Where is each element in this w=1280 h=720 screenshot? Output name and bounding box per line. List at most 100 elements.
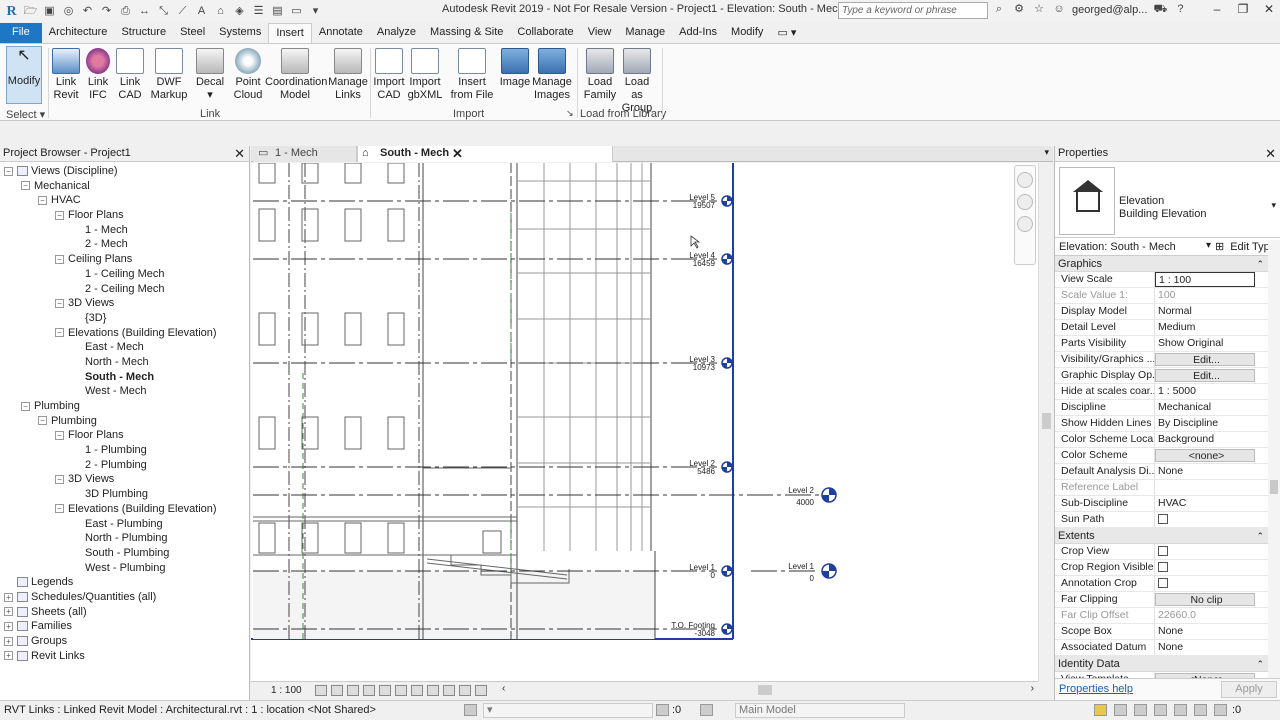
scroll-thumb[interactable] xyxy=(1270,480,1278,494)
scroll-left-icon[interactable]: ‹ xyxy=(502,683,505,694)
property-value[interactable]: Edit... xyxy=(1155,353,1255,366)
close-view-icon[interactable]: ✕ xyxy=(452,146,464,161)
visual-style-icon[interactable] xyxy=(331,685,343,696)
tab-modify[interactable]: Modify xyxy=(724,23,770,43)
property-value[interactable] xyxy=(1155,544,1255,559)
point-cloud-button[interactable]: Point Cloud xyxy=(232,46,264,102)
collapse-icon[interactable]: − xyxy=(4,166,13,176)
select-pinned-icon[interactable] xyxy=(1134,704,1147,716)
property-checkbox[interactable] xyxy=(1158,562,1168,572)
tab-add-ins[interactable]: Add-Ins xyxy=(672,23,724,43)
tree-node[interactable]: − Elevations (Building Elevation) xyxy=(0,502,249,517)
level-5-elevation[interactable]: 19507 xyxy=(693,201,716,210)
temporary-hide-icon[interactable] xyxy=(411,685,423,696)
scroll-thumb[interactable] xyxy=(1042,413,1051,429)
collapse-icon[interactable]: − xyxy=(55,298,64,308)
tree-node[interactable]: − Ceiling Plans xyxy=(0,252,249,267)
import-panel-launcher-icon[interactable]: ↘ xyxy=(566,108,574,119)
collapse-icon[interactable]: − xyxy=(55,210,64,220)
tree-node[interactable]: 2 - Ceiling Mech xyxy=(0,282,249,297)
tree-node[interactable]: 3D Plumbing xyxy=(0,487,249,502)
reveal-hidden-icon[interactable] xyxy=(427,685,439,696)
tree-node[interactable]: 2 - Mech xyxy=(0,237,249,252)
tree-node[interactable]: Legends xyxy=(0,575,249,590)
level-4-elevation[interactable]: 16459 xyxy=(693,259,716,268)
cart-icon[interactable]: ⛟ xyxy=(1153,2,1167,17)
qat-dropdown-icon[interactable]: ▾ xyxy=(308,4,323,19)
property-checkbox[interactable] xyxy=(1158,578,1168,588)
property-value[interactable]: Mechanical xyxy=(1155,400,1255,415)
tree-node[interactable]: − Floor Plans xyxy=(0,208,249,223)
crop-view-icon[interactable] xyxy=(379,685,391,696)
property-group-identity[interactable]: Identity Data ⌃ xyxy=(1055,656,1280,672)
select-panel-label[interactable]: Select ▾ xyxy=(6,108,45,121)
print-icon[interactable]: ⎙ xyxy=(118,4,133,19)
tree-node[interactable]: + Sheets (all) xyxy=(0,605,249,620)
footing-elevation[interactable]: -3048 xyxy=(695,629,716,638)
level-2-elevation[interactable]: 5486 xyxy=(697,467,715,476)
sun-path-icon[interactable] xyxy=(347,685,359,696)
type-selector[interactable]: Elevation Building Elevation ▾ xyxy=(1055,162,1280,238)
3d-view-icon[interactable]: ⌂ xyxy=(213,4,228,19)
undo-icon[interactable]: ↶ xyxy=(80,4,95,19)
tree-node[interactable]: South - Mech xyxy=(0,370,249,385)
property-checkbox[interactable] xyxy=(1158,514,1168,524)
close-icon[interactable]: ✕ xyxy=(234,146,245,162)
property-value[interactable] xyxy=(1155,512,1255,527)
worksets-icon[interactable] xyxy=(464,704,477,716)
background-processes-icon[interactable] xyxy=(1194,704,1207,716)
tree-node[interactable]: + Revit Links xyxy=(0,649,249,664)
property-value[interactable] xyxy=(1155,576,1255,591)
canvas-vertical-scrollbar[interactable] xyxy=(1038,163,1053,681)
view-tabs-dropdown-icon[interactable]: ▾ xyxy=(1044,147,1049,158)
filter-icon[interactable] xyxy=(1214,704,1227,716)
tree-node[interactable]: West - Mech xyxy=(0,384,249,399)
steering-wheel-icon[interactable] xyxy=(1017,172,1033,188)
user-icon[interactable]: ☺ xyxy=(1052,2,1066,17)
zoom-icon[interactable] xyxy=(1017,194,1033,210)
canvas-horizontal-scrollbar[interactable]: ‹ › xyxy=(502,683,1038,697)
expand-icon[interactable]: + xyxy=(4,592,13,602)
tree-node[interactable]: − Plumbing xyxy=(0,399,249,414)
tree-node[interactable]: East - Plumbing xyxy=(0,517,249,532)
tree-node[interactable]: 1 - Mech xyxy=(0,223,249,238)
tree-node[interactable]: North - Plumbing xyxy=(0,531,249,546)
tree-node[interactable]: − Floor Plans xyxy=(0,428,249,443)
tree-node[interactable]: North - Mech xyxy=(0,355,249,370)
save-icon[interactable]: ▣ xyxy=(42,4,57,19)
scroll-thumb[interactable] xyxy=(758,685,772,695)
tab-collaborate[interactable]: Collaborate xyxy=(510,23,580,43)
view-tab-1-mech[interactable]: ▭ 1 - Mech xyxy=(253,146,357,162)
close-window-icon[interactable]: ✕ xyxy=(1262,2,1276,16)
tree-node[interactable]: West - Plumbing xyxy=(0,561,249,576)
crop-region-icon[interactable] xyxy=(395,685,407,696)
property-value[interactable]: Background xyxy=(1155,432,1255,447)
modify-button[interactable]: ↖ Modify xyxy=(6,46,42,104)
collapse-icon[interactable]: − xyxy=(55,504,64,514)
tab-structure[interactable]: Structure xyxy=(114,23,173,43)
property-value[interactable]: Medium xyxy=(1155,320,1255,335)
property-value[interactable]: <none> xyxy=(1155,449,1255,462)
constraints-icon[interactable] xyxy=(475,685,487,696)
manage-images-button[interactable]: Manage Images xyxy=(532,46,572,102)
import-gbxml-button[interactable]: Import gbXML xyxy=(407,46,443,102)
restore-icon[interactable]: ❐ xyxy=(1236,2,1250,16)
tree-node[interactable]: 2 - Plumbing xyxy=(0,458,249,473)
tab-annotate[interactable]: Annotate xyxy=(312,23,370,43)
load-as-group-button[interactable]: Load as Group xyxy=(618,46,656,115)
help-icon[interactable]: ? xyxy=(1173,2,1187,17)
manage-links-button[interactable]: Manage Links xyxy=(328,46,368,102)
property-value[interactable]: None xyxy=(1155,640,1255,655)
expand-icon[interactable]: + xyxy=(4,621,13,631)
collapse-icon[interactable]: − xyxy=(55,430,64,440)
tree-node[interactable]: {3D} xyxy=(0,311,249,326)
drag-elements-icon[interactable] xyxy=(1174,704,1187,716)
design-option-combo[interactable]: Main Model xyxy=(735,703,905,718)
user-name[interactable]: georged@alp... xyxy=(1072,4,1147,16)
tree-node[interactable]: − Plumbing xyxy=(0,414,249,429)
link-cad-button[interactable]: Link CAD xyxy=(116,46,144,102)
apply-button[interactable]: Apply xyxy=(1221,681,1277,698)
tree-node[interactable]: − Mechanical xyxy=(0,179,249,194)
insert-from-file-button[interactable]: Insert from File xyxy=(449,46,495,102)
import-cad-button[interactable]: Import CAD xyxy=(372,46,406,102)
